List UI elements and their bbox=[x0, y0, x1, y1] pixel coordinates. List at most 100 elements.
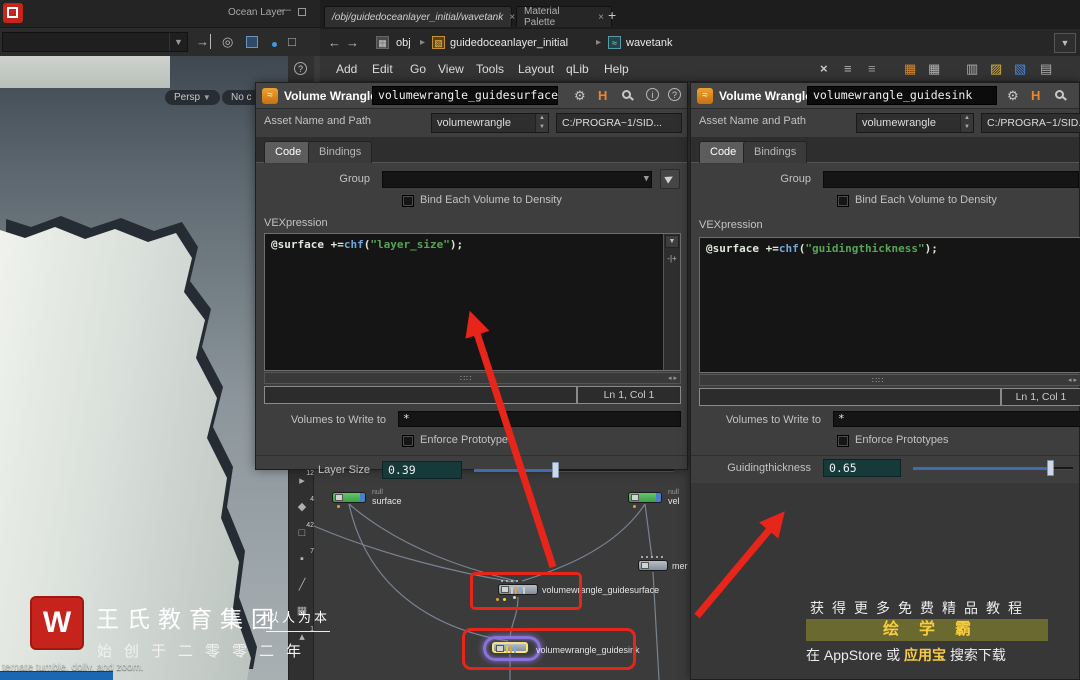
tab-code[interactable]: Code bbox=[699, 141, 748, 163]
asset-path-dropdown[interactable]: C:/PROGRA~1/SID... bbox=[556, 113, 682, 133]
reference-icon[interactable]: ▧ bbox=[1014, 61, 1026, 77]
enforce-prototypes-checkbox[interactable] bbox=[837, 435, 849, 447]
chevron-down-icon[interactable]: ▼ bbox=[644, 174, 649, 184]
node-label: null vel bbox=[668, 489, 680, 506]
minimize-icon[interactable]: — bbox=[280, 4, 291, 16]
promo-line2: 在 AppStore 或 应用宝 搜索下载 bbox=[806, 647, 1006, 663]
forward-icon[interactable]: → bbox=[346, 35, 359, 50]
tab-network-path[interactable]: /obj/guidedoceanlayer_initial/wavetank × bbox=[324, 6, 515, 27]
persp-view-pill[interactable]: Persp ▼ bbox=[165, 90, 220, 105]
enforce-prototypes-checkbox[interactable] bbox=[402, 435, 414, 447]
asset-path-dropdown[interactable]: C:/PROGRA~1/SID... bbox=[981, 113, 1080, 133]
scroll-arrows-icon[interactable]: ◂ ▸ bbox=[668, 374, 677, 382]
menu-help[interactable]: Help bbox=[604, 62, 629, 76]
tree-list-icon[interactable]: ≡ bbox=[844, 61, 852, 76]
vex-editor[interactable]: @surface +=chf("layer_size"); ▼ -|+ bbox=[264, 233, 681, 371]
guidingthickness-slider[interactable] bbox=[913, 459, 1073, 477]
path-dropdown[interactable]: ▼ bbox=[1054, 33, 1076, 53]
tool-region-icon[interactable]: ▪ 7 bbox=[289, 546, 315, 572]
node-name-field[interactable]: volumewrangle_guidesurface bbox=[372, 86, 558, 105]
snapshot-cube-icon[interactable] bbox=[246, 36, 258, 48]
link-dot-icon[interactable] bbox=[272, 42, 277, 47]
search-icon[interactable] bbox=[1055, 90, 1064, 99]
scene-viewport[interactable]: Persp ▼ No c ternate tumble, dolly, and … bbox=[0, 56, 288, 680]
volumes-field[interactable]: * bbox=[398, 411, 681, 427]
menu-add[interactable]: Add bbox=[336, 62, 357, 76]
tab-bindings[interactable]: Bindings bbox=[308, 141, 373, 163]
restore-icon[interactable] bbox=[298, 8, 306, 16]
slider-handle[interactable] bbox=[1047, 460, 1054, 476]
panes-icon[interactable]: ▥ bbox=[966, 61, 978, 77]
search-icon[interactable] bbox=[622, 90, 631, 99]
breadcrumb-wavetank[interactable]: wavetank bbox=[626, 37, 672, 49]
help-icon[interactable]: ? bbox=[668, 88, 681, 101]
code-area[interactable]: @surface +=chf("guidingthickness"); bbox=[700, 238, 1080, 372]
editor-resize-strip[interactable]: ∷∷ ◂ ▸ bbox=[264, 372, 681, 384]
line-col-indicator: Ln 1, Col 1 bbox=[577, 386, 681, 404]
stepper-icon[interactable]: ▲ ▼ bbox=[535, 114, 548, 132]
expand-editor-icon[interactable]: ▼ bbox=[665, 235, 679, 248]
breadcrumb-guidedoceanlayer[interactable]: guidedoceanlayer_initial bbox=[450, 37, 568, 49]
grid-accent-icon[interactable]: ▦ bbox=[904, 61, 916, 77]
tool-box-icon[interactable]: □ 42 bbox=[289, 520, 315, 546]
volume-wrangle-icon: ≈ bbox=[262, 88, 278, 104]
breadcrumb-sep-icon: ▸ bbox=[420, 37, 426, 48]
back-icon[interactable]: ← bbox=[328, 35, 341, 50]
select-group-arrow-icon[interactable]: ▶ bbox=[660, 169, 680, 189]
layer-size-slider[interactable] bbox=[474, 461, 674, 479]
tab-material-palette[interactable]: Material Palette × bbox=[516, 6, 612, 28]
code-area[interactable]: @surface +=chf("layer_size"); bbox=[265, 234, 663, 370]
tab-bindings[interactable]: Bindings bbox=[743, 141, 808, 163]
menu-qlib[interactable]: qLib bbox=[566, 62, 589, 76]
pin-pane-icon[interactable]: → bbox=[196, 34, 211, 49]
editor-resize-strip[interactable]: ∷∷ ◂ ▸ bbox=[699, 374, 1080, 386]
menu-tools[interactable]: Tools bbox=[476, 62, 504, 76]
maximize-pane-icon[interactable]: □ bbox=[288, 34, 296, 49]
group-field[interactable] bbox=[823, 171, 1079, 188]
promo-line1: 获得更多免费精品教程 bbox=[810, 600, 1030, 616]
tab-code[interactable]: Code bbox=[264, 141, 313, 163]
tool-draw-icon[interactable]: ╱ bbox=[289, 572, 315, 598]
tools-icon[interactable]: × bbox=[820, 61, 828, 76]
gear-icon[interactable]: ⚙ bbox=[574, 88, 586, 104]
param-panel-guidesurface: ≈ Volume Wrangle volumewrangle_guidesurf… bbox=[255, 82, 688, 479]
vex-editor[interactable]: @surface +=chf("guidingthickness"); bbox=[699, 237, 1080, 373]
breadcrumb-obj[interactable]: obj bbox=[396, 37, 411, 49]
camera-select-dropdown[interactable]: ▼ bbox=[2, 32, 188, 52]
menu-view[interactable]: View bbox=[438, 62, 464, 76]
layer-size-value[interactable]: 0.39 bbox=[382, 461, 462, 479]
guidingthickness-value[interactable]: 0.65 bbox=[823, 459, 901, 477]
slider-handle[interactable] bbox=[552, 462, 559, 478]
node-merge[interactable] bbox=[638, 556, 668, 571]
group-field[interactable]: ▼ bbox=[382, 171, 652, 188]
asset-type-dropdown[interactable]: volumewrangle ▲ ▼ bbox=[856, 113, 974, 133]
menu-edit[interactable]: Edit bbox=[372, 62, 393, 76]
tool-handles-icon[interactable]: ◆ 4 bbox=[289, 494, 315, 520]
radial-menu-icon[interactable]: ◎ bbox=[222, 34, 233, 50]
node-name-field[interactable]: volumewrangle_guidesink bbox=[807, 86, 997, 105]
node-vel[interactable] bbox=[628, 492, 662, 508]
grid-icon[interactable]: ▦ bbox=[928, 61, 940, 77]
scroll-arrows-icon[interactable]: ◂ ▸ bbox=[1068, 376, 1077, 384]
node-surface[interactable] bbox=[332, 492, 366, 508]
folder-icon[interactable]: ▨ bbox=[990, 61, 1002, 77]
menu-go[interactable]: Go bbox=[410, 62, 426, 76]
volumes-field[interactable]: * bbox=[833, 411, 1080, 427]
help-icon[interactable]: ? bbox=[294, 62, 307, 75]
close-icon[interactable]: × bbox=[509, 12, 515, 23]
stepper-icon[interactable]: ▲ ▼ bbox=[960, 114, 973, 132]
display-flag[interactable] bbox=[360, 493, 365, 502]
asset-type-dropdown[interactable]: volumewrangle ▲ ▼ bbox=[431, 113, 549, 133]
close-icon[interactable]: × bbox=[598, 12, 604, 23]
bind-density-checkbox[interactable] bbox=[837, 195, 849, 207]
menu-layout[interactable]: Layout bbox=[518, 62, 554, 76]
display-flag[interactable] bbox=[656, 493, 661, 502]
gear-icon[interactable]: ⚙ bbox=[1007, 88, 1019, 104]
list-icon[interactable]: ≡ bbox=[868, 61, 876, 76]
info-icon[interactable]: i bbox=[646, 88, 659, 101]
font-size-icon[interactable]: -|+ bbox=[664, 254, 680, 263]
bind-density-checkbox[interactable] bbox=[402, 195, 414, 207]
editor-scroll-column[interactable]: ▼ -|+ bbox=[663, 234, 680, 370]
new-tab-icon[interactable]: + bbox=[608, 7, 616, 23]
printer-icon[interactable]: ▤ bbox=[1040, 61, 1052, 77]
